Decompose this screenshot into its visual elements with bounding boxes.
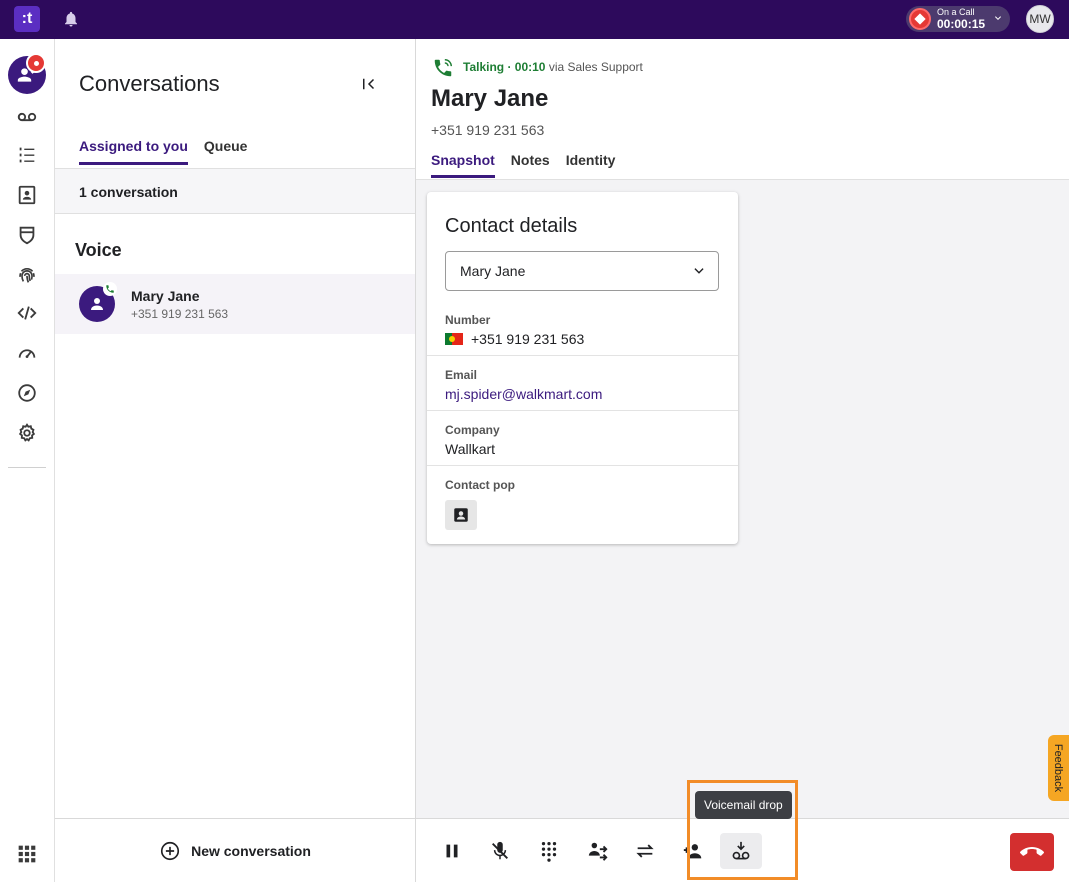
call-tabs: Snapshot Notes Identity bbox=[431, 152, 615, 178]
chevron-down-icon bbox=[694, 268, 704, 274]
sidebar-divider bbox=[8, 467, 46, 468]
voicemail-icon bbox=[17, 112, 37, 122]
email-label: Email bbox=[445, 368, 478, 382]
dashboard-icon bbox=[18, 349, 36, 359]
sidebar bbox=[0, 39, 55, 882]
highlight-box bbox=[687, 780, 798, 880]
contact-name: Mary Jane bbox=[431, 85, 549, 112]
contact-card-icon bbox=[454, 508, 468, 522]
number-label: Number bbox=[445, 313, 491, 327]
contact-select[interactable]: Mary Jane bbox=[445, 251, 719, 291]
sidebar-item-security[interactable] bbox=[7, 215, 47, 255]
number-field: Number +351 919 231 563 bbox=[427, 301, 738, 356]
feedback-tab[interactable]: Feedback bbox=[1048, 735, 1069, 801]
record-icon bbox=[909, 8, 931, 30]
sidebar-item-settings[interactable] bbox=[7, 413, 47, 453]
list-icon bbox=[19, 147, 35, 163]
shield-icon bbox=[19, 226, 35, 245]
call-status-talking: Talking · 00:10 bbox=[463, 60, 546, 74]
contact-select-value: Mary Jane bbox=[460, 263, 526, 279]
new-conversation-label: New conversation bbox=[191, 842, 311, 859]
notification-badge bbox=[26, 53, 46, 73]
voice-section-heading: Voice bbox=[75, 240, 122, 260]
contact-details-title: Contact details bbox=[445, 215, 578, 237]
hold-button[interactable] bbox=[431, 833, 473, 869]
sidebar-item-explore[interactable] bbox=[7, 373, 47, 413]
on-call-timer: 00:00:15 bbox=[937, 17, 986, 31]
contact-pop-button[interactable] bbox=[445, 500, 477, 530]
contact-number: +351 919 231 563 bbox=[431, 122, 545, 138]
email-link[interactable]: mj.spider@walkmart.com bbox=[445, 386, 720, 402]
contacts-icon bbox=[18, 185, 36, 205]
person-icon bbox=[91, 298, 103, 310]
swap-icon bbox=[636, 844, 654, 858]
company-label: Company bbox=[445, 423, 500, 437]
apps-grid-icon[interactable] bbox=[17, 844, 37, 864]
contact-pop-field: Contact pop bbox=[427, 466, 738, 544]
portugal-flag-icon bbox=[445, 333, 463, 345]
tab-notes[interactable]: Notes bbox=[511, 152, 550, 178]
contact-details-card: Contact details Mary Jane Number +351 91… bbox=[427, 192, 738, 544]
conversations-panel: Conversations Assigned to you Queue 1 co… bbox=[55, 39, 416, 882]
phone-in-talk-icon bbox=[434, 59, 452, 77]
company-value: Wallkart bbox=[445, 441, 496, 457]
mute-icon bbox=[492, 841, 508, 860]
tab-assigned-to-you[interactable]: Assigned to you bbox=[79, 138, 188, 165]
tab-identity[interactable]: Identity bbox=[566, 152, 616, 178]
add-circle-icon bbox=[161, 841, 180, 860]
top-bar: :t On a Call 00:00:15 MW bbox=[0, 0, 1069, 39]
conversation-contact-name: Mary Jane bbox=[131, 288, 200, 304]
sidebar-item-dashboard[interactable] bbox=[7, 333, 47, 373]
code-icon bbox=[17, 306, 37, 320]
sidebar-item-identity[interactable] bbox=[7, 255, 47, 295]
hang-up-icon bbox=[1020, 847, 1044, 856]
tab-queue[interactable]: Queue bbox=[204, 138, 248, 165]
hang-up-button[interactable] bbox=[1010, 833, 1054, 871]
contact-pop-label: Contact pop bbox=[445, 478, 515, 492]
feedback-label: Feedback bbox=[1052, 743, 1065, 793]
on-call-status[interactable]: On a Call 00:00:15 bbox=[906, 6, 1010, 32]
dialpad-icon bbox=[541, 842, 557, 862]
mute-button[interactable] bbox=[479, 833, 521, 869]
transfer-icon bbox=[588, 842, 608, 861]
sidebar-item-lists[interactable] bbox=[7, 135, 47, 175]
call-detail-area: Talking · 00:10 via Sales Support Mary J… bbox=[416, 39, 1069, 882]
chevron-down-icon bbox=[995, 16, 1001, 20]
call-status-via: via Sales Support bbox=[548, 60, 643, 74]
call-header: Talking · 00:10 via Sales Support Mary J… bbox=[416, 39, 1069, 180]
settings-icon bbox=[18, 423, 36, 442]
sidebar-item-contacts[interactable] bbox=[7, 175, 47, 215]
conversation-count: 1 conversation bbox=[55, 168, 415, 214]
swap-button[interactable] bbox=[624, 833, 666, 869]
transfer-button[interactable] bbox=[577, 833, 619, 869]
number-value: +351 919 231 563 bbox=[471, 331, 585, 347]
sidebar-item-voicemail[interactable] bbox=[7, 97, 47, 137]
active-call-icon bbox=[103, 282, 117, 296]
user-avatar[interactable]: MW bbox=[1026, 5, 1054, 33]
compass-icon bbox=[18, 384, 36, 402]
call-status: Talking · 00:10 via Sales Support bbox=[463, 60, 643, 74]
on-call-label: On a Call bbox=[937, 7, 975, 17]
app-logo[interactable]: :t bbox=[14, 6, 40, 32]
new-conversation-button[interactable]: New conversation bbox=[55, 818, 415, 882]
sidebar-item-developer[interactable] bbox=[7, 293, 47, 333]
fingerprint-icon bbox=[19, 268, 35, 283]
conversations-tabs: Assigned to you Queue bbox=[79, 138, 247, 165]
conversation-contact-number: +351 919 231 563 bbox=[131, 307, 229, 321]
conversation-list-item[interactable]: Mary Jane +351 919 231 563 bbox=[55, 274, 415, 334]
email-field: Email mj.spider@walkmart.com bbox=[427, 356, 738, 411]
pause-icon bbox=[446, 844, 458, 858]
conversations-title: Conversations bbox=[79, 71, 220, 96]
dialpad-button[interactable] bbox=[528, 833, 570, 869]
tab-snapshot[interactable]: Snapshot bbox=[431, 152, 495, 178]
company-field: Company Wallkart bbox=[427, 411, 738, 466]
collapse-panel-icon[interactable] bbox=[360, 75, 378, 93]
bell-icon[interactable] bbox=[62, 10, 80, 28]
